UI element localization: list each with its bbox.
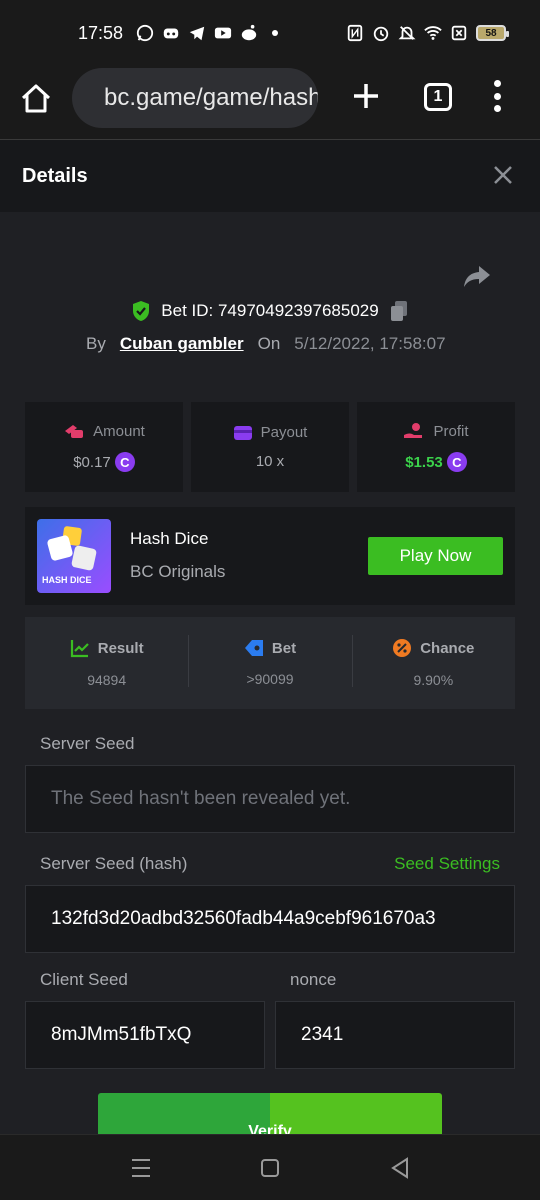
nonce-field[interactable]: 2341 (275, 1001, 515, 1069)
youtube-icon (214, 27, 232, 39)
thumbnail-label: HASH DICE (42, 575, 92, 585)
more-notifications-dot (272, 30, 278, 36)
share-icon[interactable] (462, 264, 492, 290)
bet-id: Bet ID: 74970492397685029 (161, 301, 379, 320)
bet-column: Bet >90099 (188, 617, 351, 709)
no-sim-icon (451, 25, 467, 41)
amount-stat: Amount $0.17 C (25, 402, 183, 492)
client-seed-label: Client Seed (40, 970, 128, 989)
coin-icon: C (114, 452, 135, 472)
game-provider: BC Originals (130, 562, 226, 581)
client-seed-field[interactable]: 8mJMm51fbTxQ (25, 1001, 265, 1069)
amount-label: Amount (93, 422, 145, 440)
bet-label: Bet (271, 639, 297, 657)
status-bar: 17:58 58 (0, 0, 540, 66)
profit-stat: Profit $1.53 C (357, 402, 515, 492)
bet-details-panel: Bet ID: 74970492397685029 By Cuban gambl… (0, 212, 540, 1143)
result-label: Result (97, 639, 144, 657)
verified-shield-icon (133, 301, 150, 321)
bet-stats: Amount $0.17 C Payout 10 x Profit $1.53 (25, 402, 515, 492)
details-title: Details (22, 164, 88, 187)
profit-label: Profit (433, 422, 469, 440)
system-navigation-bar (0, 1134, 540, 1200)
server-hash-field[interactable]: 132fd3d20adbd32560fadb44a9cebf961670a3 (25, 885, 515, 953)
payout-icon (233, 425, 252, 440)
username-link[interactable]: Cuban gambler (120, 334, 244, 354)
server-seed-label: Server Seed (40, 734, 135, 753)
bet-tag-icon (244, 640, 263, 656)
hash-dice-thumbnail[interactable]: HASH DICE (37, 519, 111, 593)
telegram-icon (189, 26, 205, 41)
result-card: Result 94894 Bet >90099 Chance 9.90% (25, 617, 515, 709)
mute-icon (398, 26, 416, 40)
more-options-icon[interactable] (490, 80, 504, 112)
coin-icon: C (446, 452, 467, 472)
server-hash-label: Server Seed (hash) (40, 854, 188, 873)
back-icon[interactable] (390, 1157, 410, 1179)
system-icons: 58 (346, 24, 509, 42)
game-card: HASH DICE Hash Dice BC Originals Play No… (25, 507, 515, 605)
percent-icon (393, 639, 412, 657)
server-seed-field: The Seed hasn't been revealed yet. (25, 765, 515, 833)
amount-value: $0.17 (73, 453, 111, 471)
wifi-icon (424, 26, 442, 40)
seed-settings-link[interactable]: Seed Settings (394, 854, 500, 874)
bet-date: 5/12/2022, 17:58:07 (294, 334, 446, 353)
copy-icon[interactable] (389, 300, 409, 322)
game-name: Hash Dice (130, 529, 209, 548)
result-chart-icon (70, 640, 89, 658)
url-text: bc.game/game/hash-dice (104, 84, 318, 111)
payout-label: Payout (260, 424, 308, 441)
on-label: On (257, 334, 281, 353)
client-seed-value: 8mJMm51fbTxQ (51, 1024, 192, 1045)
browser-toolbar: bc.game/game/hash-dice 1 (0, 66, 540, 140)
details-header: Details (0, 140, 540, 212)
nonce-value: 2341 (301, 1024, 344, 1045)
battery-indicator: 58 (476, 25, 509, 41)
server-hash-value: 132fd3d20adbd32560fadb44a9cebf961670a3 (51, 908, 436, 929)
chance-column: Chance 9.90% (351, 617, 515, 709)
result-value: 94894 (87, 672, 127, 688)
address-bar[interactable]: bc.game/game/hash-dice (72, 68, 318, 128)
chance-value: 9.90% (413, 672, 454, 688)
new-tab-icon[interactable] (350, 80, 382, 112)
whatsapp-icon (136, 24, 154, 42)
amount-icon (65, 425, 84, 438)
bet-author-row: By Cuban gambler On 5/12/2022, 17:58:07 (86, 334, 446, 354)
bet-id-row: Bet ID: 74970492397685029 (0, 300, 540, 322)
home-icon[interactable] (18, 81, 54, 117)
payout-stat: Payout 10 x (191, 402, 349, 492)
tab-switcher-button[interactable]: 1 (424, 83, 452, 111)
play-now-button[interactable]: Play Now (368, 537, 503, 575)
discord-icon (163, 28, 179, 39)
home-nav-icon[interactable] (261, 1159, 279, 1177)
notification-icons (136, 24, 278, 42)
recent-apps-icon[interactable] (132, 1159, 150, 1177)
chance-label: Chance (420, 639, 475, 657)
nfc-icon (347, 24, 363, 42)
nonce-label: nonce (290, 970, 337, 989)
profit-value: $1.53 (405, 453, 443, 471)
server-seed-placeholder: The Seed hasn't been revealed yet. (51, 788, 351, 809)
result-column: Result 94894 (25, 617, 188, 709)
payout-value: 10 x (255, 453, 285, 470)
alarm-icon (373, 26, 389, 42)
status-time: 17:58 (78, 23, 124, 43)
bet-value: >90099 (246, 671, 294, 687)
close-icon[interactable] (492, 164, 514, 186)
profit-icon (404, 423, 423, 438)
by-label: By (86, 334, 106, 353)
reddit-icon (241, 24, 257, 41)
